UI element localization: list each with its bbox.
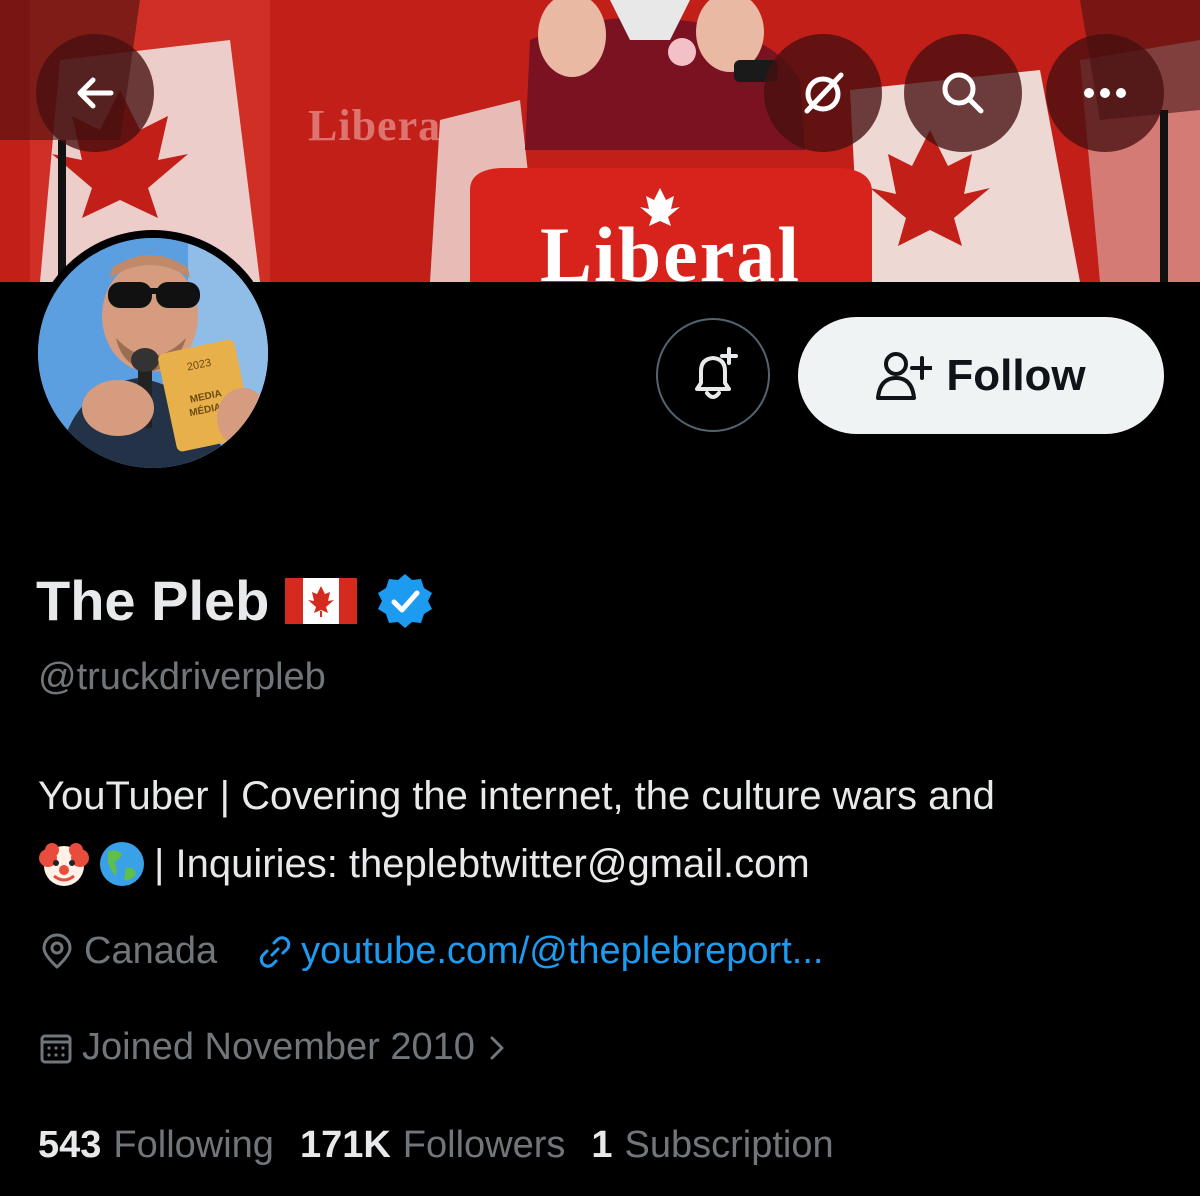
banner-brand-text: Libera	[308, 101, 442, 150]
arrow-left-icon	[77, 77, 114, 109]
bio-line-2-text: | Inquiries: theplebtwitter@gmail.com	[154, 842, 810, 886]
subscriptions-label: Subscription	[624, 1124, 834, 1166]
followers-count: 171K	[299, 1124, 391, 1166]
slash-circle-icon	[804, 72, 844, 114]
more-button[interactable]	[1046, 34, 1164, 152]
meta-row: Canada youtube.com/@theplebreport...	[38, 930, 823, 973]
following-label: Following	[113, 1124, 274, 1166]
link-icon	[259, 935, 291, 968]
website-link-text[interactable]: youtube.com/@theplebreport...	[301, 930, 823, 973]
bell-plus-icon	[695, 347, 738, 399]
grok-button[interactable]	[764, 34, 882, 152]
banner-podium-text: Liberal	[540, 211, 801, 282]
stats-row: 543 Following 171K Followers 1 Subscript…	[38, 1124, 860, 1167]
verified-badge-icon[interactable]	[375, 571, 435, 631]
notify-button[interactable]	[656, 318, 770, 432]
search-icon	[942, 72, 984, 114]
location-pin-icon	[42, 933, 72, 968]
bio: YouTuber | Covering the internet, the cu…	[38, 762, 1168, 898]
bio-line-2: | Inquiries: theplebtwitter@gmail.com	[38, 830, 1168, 898]
avatar-image: 2023 MEDIA MÉDIAS	[38, 238, 268, 468]
user-handle: @truckdriverpleb	[38, 656, 326, 698]
back-button[interactable]	[36, 34, 154, 152]
chevron-right-icon	[490, 1036, 504, 1059]
joined-text: Joined November 2010	[82, 1026, 475, 1068]
follow-label: Follow	[946, 350, 1086, 400]
joined-date[interactable]: Joined November 2010	[38, 1026, 511, 1069]
search-button[interactable]	[904, 34, 1022, 152]
more-horizontal-icon	[1084, 88, 1126, 98]
follow-button[interactable]: Follow	[798, 317, 1164, 434]
subscriptions-count: 1	[591, 1124, 613, 1166]
followers-label: Followers	[402, 1124, 566, 1166]
followers-stat[interactable]: 171K Followers	[300, 1124, 565, 1167]
globe-americas-icon	[100, 842, 144, 886]
avatar[interactable]: 2023 MEDIA MÉDIAS	[38, 238, 268, 468]
bio-line-1: YouTuber | Covering the internet, the cu…	[38, 774, 995, 818]
website-link[interactable]: youtube.com/@theplebreport...	[257, 930, 823, 973]
name-row: The Pleb	[36, 568, 435, 633]
clown-face-icon	[39, 843, 89, 886]
following-stat[interactable]: 543 Following	[38, 1124, 274, 1167]
canada-flag-icon	[285, 577, 358, 624]
location: Canada	[38, 930, 217, 973]
location-text: Canada	[84, 930, 218, 972]
calendar-icon	[40, 1034, 72, 1063]
subscriptions-stat[interactable]: 1 Subscription	[591, 1124, 833, 1167]
display-name: The Pleb	[36, 569, 270, 632]
person-plus-icon	[876, 351, 933, 400]
following-count: 543	[38, 1124, 102, 1166]
